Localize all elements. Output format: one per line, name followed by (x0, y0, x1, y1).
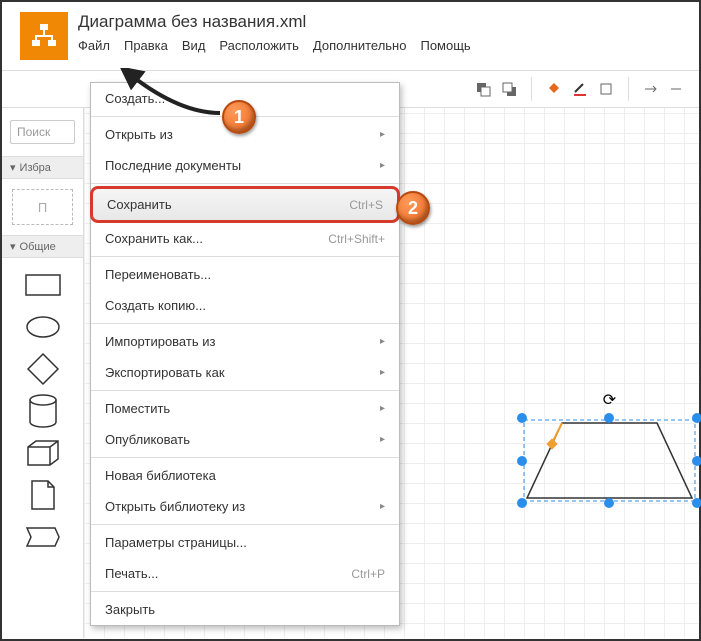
search-input[interactable]: Поиск (10, 120, 75, 144)
rotate-handle[interactable]: ⟳ (603, 390, 616, 410)
menu-close[interactable]: Закрыть (91, 594, 399, 625)
shadow-icon[interactable] (596, 79, 616, 99)
shape-ellipse[interactable] (22, 312, 64, 342)
menu-embed[interactable]: Поместить (91, 393, 399, 424)
menu-openlib[interactable]: Открыть библиотеку из (91, 491, 399, 522)
search-placeholder: Поиск (17, 125, 50, 139)
menu-rename[interactable]: Переименовать... (91, 259, 399, 290)
menu-save-as[interactable]: Сохранить как...Ctrl+Shift+ (91, 223, 399, 254)
save-shortcut: Ctrl+S (349, 198, 383, 212)
menu-export[interactable]: Экспортировать как (91, 357, 399, 388)
document-title[interactable]: Диаграмма без названия.xml (78, 12, 699, 32)
section-favorites[interactable]: ▾ Избра (2, 156, 83, 179)
fill-color-icon[interactable] (544, 79, 564, 99)
shape-step[interactable] (22, 522, 64, 552)
line-color-icon[interactable] (570, 79, 590, 99)
menu-edit[interactable]: Правка (124, 38, 168, 53)
menu-view[interactable]: Вид (182, 38, 206, 53)
save-as-shortcut: Ctrl+Shift+ (328, 232, 385, 246)
annotation-arrow (120, 68, 230, 128)
connection-icon[interactable] (641, 79, 661, 99)
menu-file[interactable]: Файл (78, 38, 110, 53)
annotation-step-1: 1 (222, 100, 256, 134)
to-back-icon[interactable] (499, 79, 519, 99)
section-shared[interactable]: ▾ Общие (2, 235, 83, 258)
app-logo (20, 12, 68, 60)
menubar: Файл Правка Вид Расположить Дополнительн… (78, 38, 699, 53)
shape-cube[interactable] (22, 438, 64, 468)
menu-copy[interactable]: Создать копию... (91, 290, 399, 321)
shape-cylinder[interactable] (22, 396, 64, 426)
menu-save[interactable]: СохранитьCtrl+S (90, 186, 400, 223)
file-dropdown: Создать... Открыть из Последние документ… (90, 82, 400, 626)
shape-page[interactable] (22, 480, 64, 510)
menu-print[interactable]: Печать...Ctrl+P (91, 558, 399, 589)
print-shortcut: Ctrl+P (351, 567, 385, 581)
shape-rectangle[interactable] (22, 270, 64, 300)
menu-arrange[interactable]: Расположить (219, 38, 298, 53)
annotation-step-2: 2 (396, 191, 430, 225)
menu-recent[interactable]: Последние документы (91, 150, 399, 181)
selected-trapezoid[interactable]: ⟳ (522, 418, 697, 503)
sidebar: Поиск ▾ Избра П ▾ Общие (2, 108, 84, 638)
scratchpad[interactable]: П (12, 189, 73, 225)
to-front-icon[interactable] (473, 79, 493, 99)
menu-import[interactable]: Импортировать из (91, 326, 399, 357)
menu-publish[interactable]: Опубликовать (91, 424, 399, 455)
menu-help[interactable]: Помощь (420, 38, 470, 53)
waypoint-icon[interactable] (667, 79, 687, 99)
menu-page-setup[interactable]: Параметры страницы... (91, 527, 399, 558)
shape-diamond[interactable] (22, 354, 64, 384)
menu-extras[interactable]: Дополнительно (313, 38, 407, 53)
menu-newlib[interactable]: Новая библиотека (91, 460, 399, 491)
